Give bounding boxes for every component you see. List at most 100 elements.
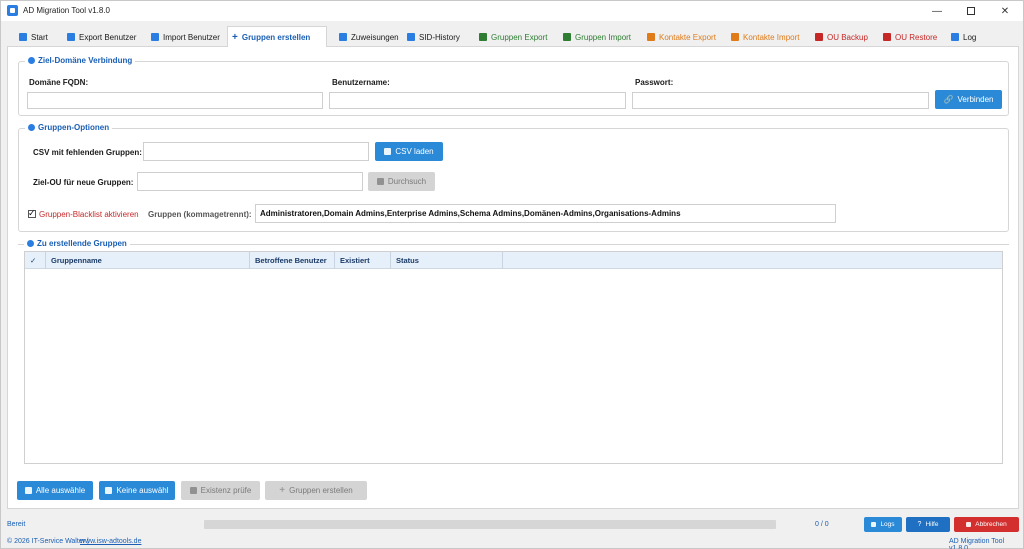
blacklist-label: Gruppen-Blacklist aktivieren	[39, 210, 139, 219]
export-icon	[67, 33, 75, 41]
tab-export-benutzer[interactable]: Export Benutzer	[63, 27, 136, 47]
password-input[interactable]	[632, 92, 929, 109]
username-input[interactable]	[329, 92, 626, 109]
tab-content-gruppen-erstellen: Ziel-Domäne Verbindung Domäne FQDN: Benu…	[7, 47, 1019, 509]
tab-label: Gruppen Export	[491, 32, 548, 42]
tab-ou-backup[interactable]: OU Backup	[811, 27, 868, 47]
minimize-button[interactable]: —	[921, 1, 953, 21]
close-button[interactable]: ✕	[989, 1, 1021, 21]
maximize-icon	[967, 7, 975, 15]
empty-square-icon	[105, 487, 113, 494]
tab-gruppen-import[interactable]: Gruppen Import	[559, 27, 631, 47]
csv-label: CSV mit fehlenden Gruppen:	[33, 148, 142, 157]
group-export-icon	[479, 33, 487, 41]
target-ou-input[interactable]	[137, 172, 363, 191]
folder-icon	[871, 522, 877, 527]
import-icon	[151, 33, 159, 41]
load-csv-button[interactable]: CSV laden	[375, 142, 443, 161]
tab-kontakte-import[interactable]: Kontakte Import	[727, 27, 799, 47]
tab-label: Gruppen erstellen	[241, 32, 311, 42]
tab-label: Start	[31, 32, 48, 42]
select-all-button[interactable]: Alle auswähle	[17, 481, 93, 500]
status-text: Bereit	[7, 521, 26, 528]
button-label: Abbrechen	[975, 521, 1007, 528]
button-label: Durchsuch	[387, 177, 427, 186]
tab-label: Export Benutzer	[79, 32, 137, 42]
gear-icon	[28, 124, 35, 131]
column-select[interactable]: ✓	[25, 252, 46, 269]
progress-bar	[204, 520, 776, 529]
button-label: Keine auswähl	[116, 486, 169, 495]
group-title-text: Gruppen-Optionen	[38, 123, 110, 132]
column-groupname[interactable]: Gruppenname	[46, 252, 250, 269]
csv-path-input[interactable]	[143, 142, 369, 161]
select-none-button[interactable]: Keine auswähl	[99, 481, 175, 500]
tab-sid-history[interactable]: SID-History	[403, 27, 460, 47]
username-label: Benutzername:	[332, 78, 390, 87]
column-label: ✓	[30, 256, 37, 265]
connection-group-title: Ziel-Domäne Verbindung	[25, 56, 136, 65]
column-label: Existiert	[340, 256, 370, 265]
assign-icon	[339, 33, 347, 41]
tab-label: Import Benutzer	[163, 32, 220, 42]
column-label: Betroffene Benutzer	[255, 256, 327, 265]
domain-fqdn-input[interactable]	[27, 92, 323, 109]
help-button[interactable]: ? Hilfe	[906, 517, 950, 532]
contacts-export-icon	[647, 33, 655, 41]
options-group: Gruppen-Optionen CSV mit fehlenden Grupp…	[18, 123, 1009, 232]
group-import-icon	[563, 33, 571, 41]
search-icon	[189, 487, 197, 494]
column-affected-users[interactable]: Betroffene Benutzer	[250, 252, 335, 269]
restore-icon	[883, 33, 891, 41]
button-label: Existenz prüfe	[200, 486, 252, 495]
groups-table[interactable]: ✓ Gruppenname Betroffene Benutzer Existi…	[24, 251, 1003, 464]
button-label: Gruppen erstellen	[289, 486, 353, 495]
tab-gruppen-export[interactable]: Gruppen Export	[475, 27, 547, 47]
cancel-button[interactable]: Abbrechen	[954, 517, 1019, 532]
column-exists[interactable]: Existiert	[335, 252, 391, 269]
group-title-text: Ziel-Domäne Verbindung	[38, 56, 133, 65]
version-text: AD Migration Tool v1.8.0	[949, 538, 1005, 549]
column-status[interactable]: Status	[391, 252, 503, 269]
website-link[interactable]: www.isw-adtools.de	[80, 538, 141, 545]
check-existence-button[interactable]: Existenz prüfe	[181, 481, 260, 500]
blacklist-groups-input[interactable]	[255, 204, 836, 223]
tab-start[interactable]: Start	[15, 27, 48, 47]
blacklist-checkbox[interactable]	[28, 208, 36, 219]
tab-label: Gruppen Import	[575, 32, 632, 42]
ou-label: Ziel-OU für neue Gruppen:	[33, 178, 134, 187]
create-groups-button[interactable]: + Gruppen erstellen	[265, 481, 367, 500]
users-icon	[27, 240, 34, 247]
app-window: AD Migration Tool v1.8.0 — ✕ Start Expor…	[0, 0, 1024, 549]
tab-gruppen-erstellen[interactable]: + Gruppen erstellen	[227, 26, 327, 48]
tab-label: Kontakte Export	[659, 32, 716, 42]
groups-label: Gruppen (kommagetrennt):	[148, 210, 252, 219]
column-label: Gruppenname	[51, 256, 102, 265]
tab-label: Zuweisungen	[351, 32, 399, 42]
maximize-button[interactable]	[955, 1, 987, 21]
tab-ou-restore[interactable]: OU Restore	[879, 27, 937, 47]
browse-button[interactable]: Durchsuch	[368, 172, 435, 191]
copyright-text: © 2026 IT-Service Walter |	[7, 538, 89, 545]
tab-log[interactable]: Log	[947, 27, 976, 47]
button-label: CSV laden	[395, 147, 434, 156]
tab-zuweisungen[interactable]: Zuweisungen	[335, 27, 399, 47]
groups-group-title: Zu erstellende Gruppen	[24, 239, 130, 248]
window-title: AD Migration Tool v1.8.0	[23, 6, 111, 15]
tab-kontakte-export[interactable]: Kontakte Export	[643, 27, 716, 47]
connection-group: Ziel-Domäne Verbindung Domäne FQDN: Benu…	[18, 56, 1009, 116]
title-bar: AD Migration Tool v1.8.0 — ✕	[1, 1, 1023, 21]
progress-counter: 0 / 0	[815, 521, 829, 528]
logs-button[interactable]: Logs	[864, 517, 902, 532]
tab-label: Log	[963, 32, 977, 42]
tab-label: SID-History	[419, 32, 460, 42]
button-label: Verbinden	[957, 95, 994, 104]
check-square-icon	[24, 487, 32, 494]
button-label: Logs	[880, 521, 895, 528]
button-label: Alle auswähle	[35, 486, 86, 495]
folder-icon	[376, 178, 384, 185]
connect-button[interactable]: 🔗 Verbinden	[935, 90, 1002, 109]
tab-label: OU Backup	[827, 32, 868, 42]
tab-import-benutzer[interactable]: Import Benutzer	[147, 27, 220, 47]
globe-icon	[28, 57, 35, 64]
